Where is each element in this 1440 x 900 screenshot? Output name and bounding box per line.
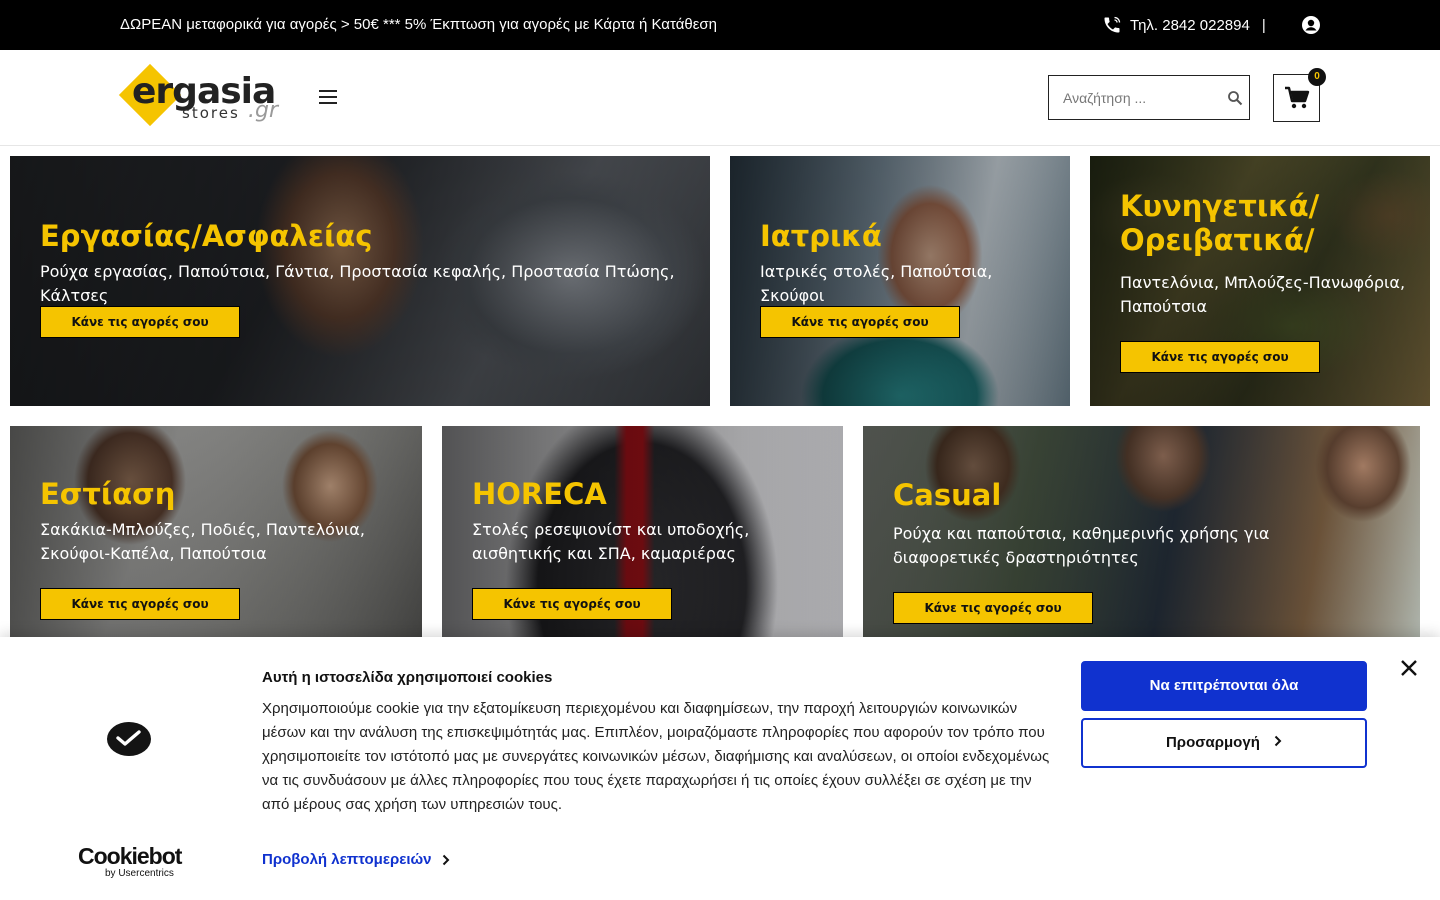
category-title: HORECA [472,477,607,511]
category-tile-work-safety[interactable]: Εργασίας/Ασφαλείας Ρούχα εργασίας, Παπού… [10,156,710,406]
separator: | [1261,16,1266,34]
show-details-link[interactable]: Προβολή λεπτομερειών [262,851,450,868]
phone-number: Τηλ. 2842 022894 [1130,16,1250,34]
category-tile-casual[interactable]: Casual Ρούχα και παπούτσια, καθημερινής … [863,426,1420,637]
category-title: Κυνηγετικά/ Ορειβατικά/ [1120,189,1320,257]
search-icon[interactable] [1227,90,1243,106]
category-tile-medical[interactable]: Ιατρικά Ιατρικές στολές, Παπούτσια, Σκού… [730,156,1070,406]
promo-text: ΔΩΡΕΑΝ μεταφορικά για αγορές > 50€ *** 5… [120,16,717,33]
category-title: Casual [893,478,1002,512]
top-bar: ΔΩΡΕΑΝ μεταφορικά για αγορές > 50€ *** 5… [0,0,1440,50]
chevron-right-icon [1274,735,1282,747]
cookie-consent-banner: Cookiebot by Usercentrics Αυτή η ιστοσελ… [0,637,1440,900]
shop-now-button[interactable]: Κάνε τις αγορές σου [40,588,240,620]
cart-icon [1285,86,1310,109]
cart-count-badge: 0 [1308,68,1326,86]
category-tile-catering[interactable]: Εστίαση Σακάκια-Μπλούζες, Ποδιές, Παντελ… [10,426,422,637]
category-description: Σακάκια-Μπλούζες, Ποδιές, Παντελόνια, Σκ… [40,520,365,563]
category-tile-horeca[interactable]: HORECA Στολές ρεσεψιονίστ και υποδοχής, … [442,426,843,637]
logo-tld-text: .gr [248,98,279,123]
category-description: Ρούχα και παπούτσια, καθημερινής χρήσης … [893,524,1270,567]
category-tile-hunting[interactable]: Κυνηγετικά/ Ορειβατικά/ Παντελόνια, Μπλο… [1090,156,1430,406]
category-title: Εργασίας/Ασφαλείας [40,219,373,253]
shop-now-button[interactable]: Κάνε τις αγορές σου [760,306,960,338]
shop-now-button[interactable]: Κάνε τις αγορές σου [1120,341,1320,373]
chevron-right-icon [442,854,449,865]
site-logo[interactable]: ergasia stores .gr [118,63,278,129]
cookie-title: Αυτή η ιστοσελίδα χρησιμοποιεί cookies [262,669,553,686]
site-header: ergasia stores .gr 0 [0,50,1440,146]
cart-button[interactable]: 0 [1273,68,1326,122]
shop-now-button[interactable]: Κάνε τις αγορές σου [472,588,672,620]
category-title: Ιατρικά [760,219,882,253]
logo-sub-text: stores [182,104,240,122]
shop-now-button[interactable]: Κάνε τις αγορές σου [40,306,240,338]
cookie-description: Χρησιμοποιούμε cookie για την εξατομίκευ… [262,700,1050,813]
cookiebot-logo: Cookiebot by Usercentrics [78,843,182,879]
category-description: Ιατρικές στολές, Παπούτσια, Σκούφοι [760,262,993,305]
phone-icon [1104,16,1121,33]
search-input[interactable] [1049,76,1219,119]
cookiebot-icon [107,722,151,756]
category-description: Παντελόνια, Μπλούζες-Πανωφόρια, Παπούτσι… [1120,273,1406,316]
user-circle-icon[interactable] [1301,15,1321,35]
phone-contact[interactable]: Τηλ. 2842 022894 | [1102,15,1266,35]
shop-now-button[interactable]: Κάνε τις αγορές σου [893,592,1093,624]
search-box [1048,75,1250,120]
hamburger-icon[interactable] [319,90,337,104]
category-title: Εστίαση [40,477,176,511]
customize-button[interactable]: Προσαρμογή [1081,718,1367,768]
category-description: Στολές ρεσεψιονίστ και υποδοχής, αισθητι… [472,520,750,563]
close-icon[interactable] [1400,659,1418,677]
allow-all-button[interactable]: Να επιτρέπονται όλα [1081,661,1367,711]
category-description: Ρούχα εργασίας, Παπούτσια, Γάντια, Προστ… [40,262,675,305]
